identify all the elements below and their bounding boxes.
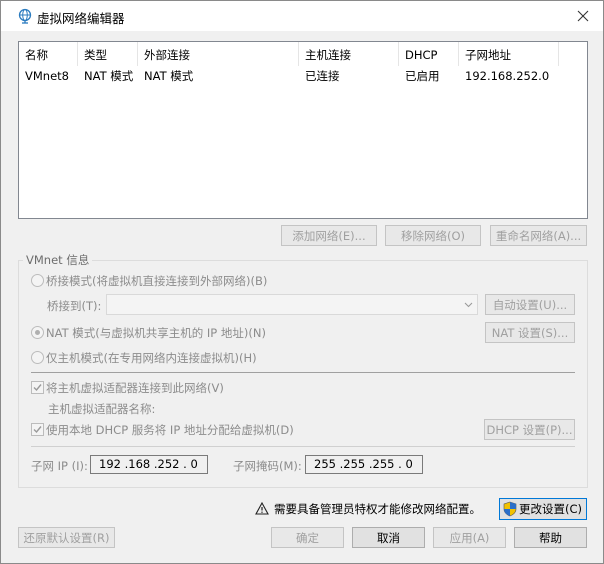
- bridge-to-select[interactable]: [106, 294, 478, 315]
- close-button[interactable]: [563, 1, 603, 31]
- divider: [31, 372, 575, 373]
- list-header: 名称 类型 外部连接 主机连接 DHCP 子网地址: [19, 42, 587, 66]
- virtual-network-editor-window: 虚拟网络编辑器 名称 类型 外部连接 主机连接 DHCP 子网地址 VMnet8…: [0, 0, 604, 564]
- column-header-dhcp[interactable]: DHCP: [399, 42, 459, 66]
- help-button[interactable]: 帮助: [514, 527, 587, 548]
- subnet-ip-label: 子网 IP (I):: [31, 459, 88, 473]
- column-header-host[interactable]: 主机连接: [299, 42, 399, 66]
- cell-type: NAT 模式: [84, 69, 134, 83]
- nat-mode-radio[interactable]: [31, 326, 44, 339]
- subnet-mask-label: 子网掩码(M):: [233, 459, 302, 473]
- cell-host: 已连接: [305, 69, 340, 83]
- chevron-down-icon: [464, 302, 473, 308]
- dhcp-settings-button[interactable]: DHCP 设置(P)...: [484, 419, 575, 440]
- rename-network-button[interactable]: 重命名网络(A)...: [490, 225, 587, 246]
- use-dhcp-label: 使用本地 DHCP 服务将 IP 地址分配给虚拟机(D): [46, 423, 294, 437]
- column-header-type[interactable]: 类型: [78, 42, 138, 66]
- change-settings-label: 更改设置(C): [518, 502, 582, 516]
- admin-notice-text: 需要具备管理员特权才能修改网络配置。: [274, 502, 481, 516]
- nat-settings-button[interactable]: NAT 设置(S)...: [485, 322, 575, 343]
- host-only-radio[interactable]: [31, 351, 44, 364]
- cancel-button[interactable]: 取消: [352, 527, 425, 548]
- vmnet-info-legend: VMnet 信息: [23, 252, 93, 268]
- cell-subnet: 192.168.252.0: [465, 69, 550, 83]
- remove-network-button[interactable]: 移除网络(O): [385, 225, 481, 246]
- column-header-subnet[interactable]: 子网地址: [459, 42, 559, 66]
- column-header-name[interactable]: 名称: [19, 42, 78, 66]
- divider: [31, 446, 575, 447]
- add-network-button[interactable]: 添加网络(E)...: [281, 225, 377, 246]
- uac-shield-icon: [503, 501, 517, 517]
- host-only-label: 仅主机模式(在专用网络内连接虚拟机)(H): [46, 351, 257, 365]
- radio-selected-dot: [35, 330, 40, 335]
- bridge-mode-radio[interactable]: [31, 274, 44, 287]
- cell-name: VMnet8: [25, 69, 69, 83]
- subnet-ip-field[interactable]: 192 .168 .252 . 0: [90, 455, 208, 474]
- table-row[interactable]: VMnet8 NAT 模式 NAT 模式 已连接 已启用 192.168.252…: [19, 67, 587, 85]
- restore-defaults-button[interactable]: 还原默认设置(R): [18, 527, 115, 548]
- checkmark-icon: [33, 426, 42, 434]
- auto-settings-button[interactable]: 自动设置(U)...: [485, 294, 575, 315]
- connect-adapter-label: 将主机虚拟适配器连接到此网络(V): [46, 381, 224, 395]
- ok-button[interactable]: 确定: [271, 527, 344, 548]
- close-icon: [577, 10, 589, 22]
- bridge-mode-label: 桥接模式(将虚拟机直接连接到外部网络)(B): [46, 274, 268, 288]
- connect-adapter-checkbox[interactable]: [31, 381, 44, 394]
- bridge-to-label: 桥接到(T):: [47, 299, 102, 313]
- use-dhcp-checkbox[interactable]: [31, 423, 44, 436]
- nat-mode-label: NAT 模式(与虚拟机共享主机的 IP 地址)(N): [46, 326, 266, 340]
- network-globe-icon: [18, 8, 32, 24]
- network-list[interactable]: 名称 类型 外部连接 主机连接 DHCP 子网地址 VMnet8 NAT 模式 …: [18, 41, 588, 219]
- cell-external: NAT 模式: [144, 69, 194, 83]
- title-bar[interactable]: 虚拟网络编辑器: [1, 1, 603, 31]
- subnet-mask-field[interactable]: 255 .255 .255 . 0: [305, 455, 423, 474]
- checkmark-icon: [33, 384, 42, 392]
- apply-button[interactable]: 应用(A): [433, 527, 506, 548]
- column-header-external[interactable]: 外部连接: [138, 42, 299, 66]
- adapter-name-label: 主机虚拟适配器名称:: [48, 402, 156, 416]
- warning-icon: [255, 502, 269, 515]
- window-title: 虚拟网络编辑器: [37, 11, 125, 26]
- cell-dhcp: 已启用: [405, 69, 440, 83]
